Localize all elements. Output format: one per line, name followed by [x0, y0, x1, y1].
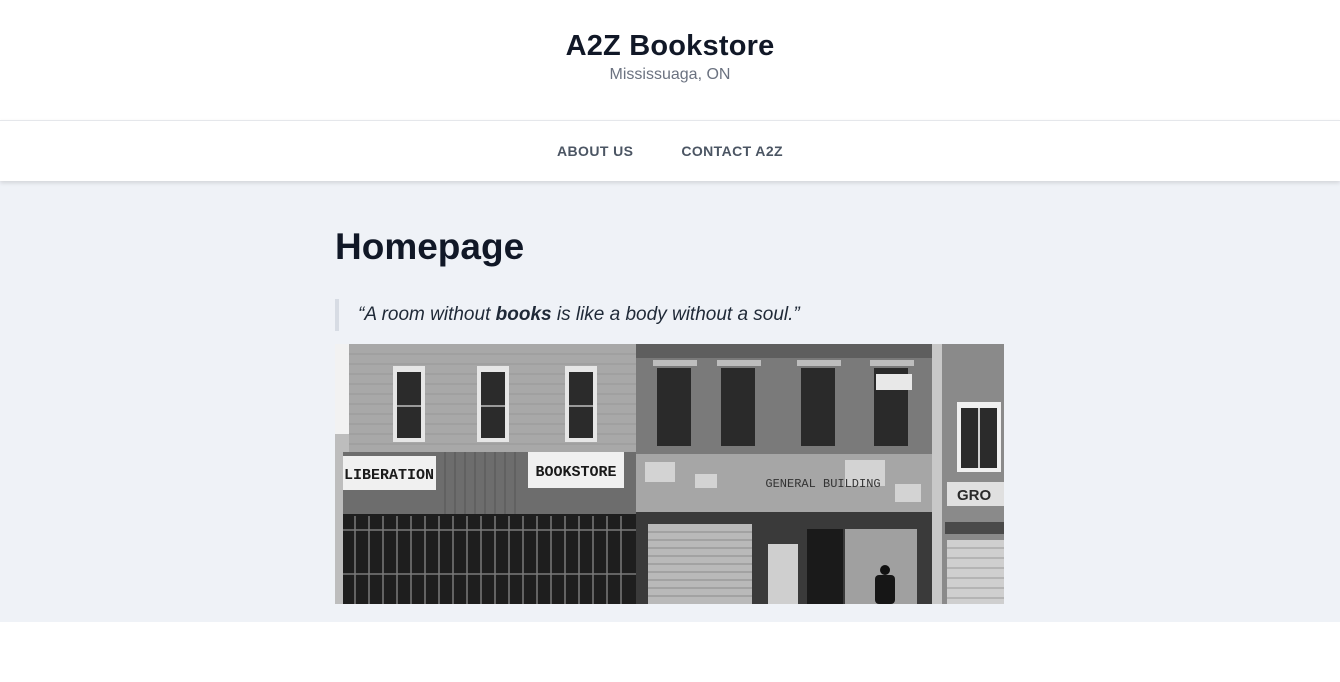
- sign-grocery: GRO: [957, 487, 992, 504]
- nav-about-us[interactable]: ABOUT US: [557, 143, 633, 159]
- bookstore-storefront-photo: LIBERATION BOOKSTORE GENERAL BUILDING GR…: [335, 344, 1004, 604]
- quote-emphasis: books: [495, 304, 552, 325]
- main-content: Homepage “A room without books is like a…: [0, 181, 1340, 622]
- quote-text-start: “A room without: [358, 304, 496, 325]
- page-title: Homepage: [335, 226, 525, 267]
- nav-contact[interactable]: CONTACT A2Z: [681, 143, 783, 159]
- main-navigation: ABOUT US CONTACT A2Z: [0, 120, 1340, 181]
- site-header: A2Z Bookstore Mississuaga, ON: [0, 0, 1340, 120]
- sign-general-building: GENERAL BUILDING: [765, 477, 880, 491]
- page-footer-space: [0, 622, 1340, 682]
- quote-text-end: is like a body without a soul.”: [551, 304, 800, 325]
- site-subtitle: Mississuaga, ON: [609, 66, 731, 83]
- site-title[interactable]: A2Z Bookstore: [0, 28, 1340, 64]
- quote-block: “A room without books is like a body wit…: [335, 299, 1005, 331]
- sign-bookstore: BOOKSTORE: [535, 464, 616, 481]
- content-column: Homepage “A room without books is like a…: [335, 225, 1005, 604]
- sign-liberation: LIBERATION: [344, 467, 434, 484]
